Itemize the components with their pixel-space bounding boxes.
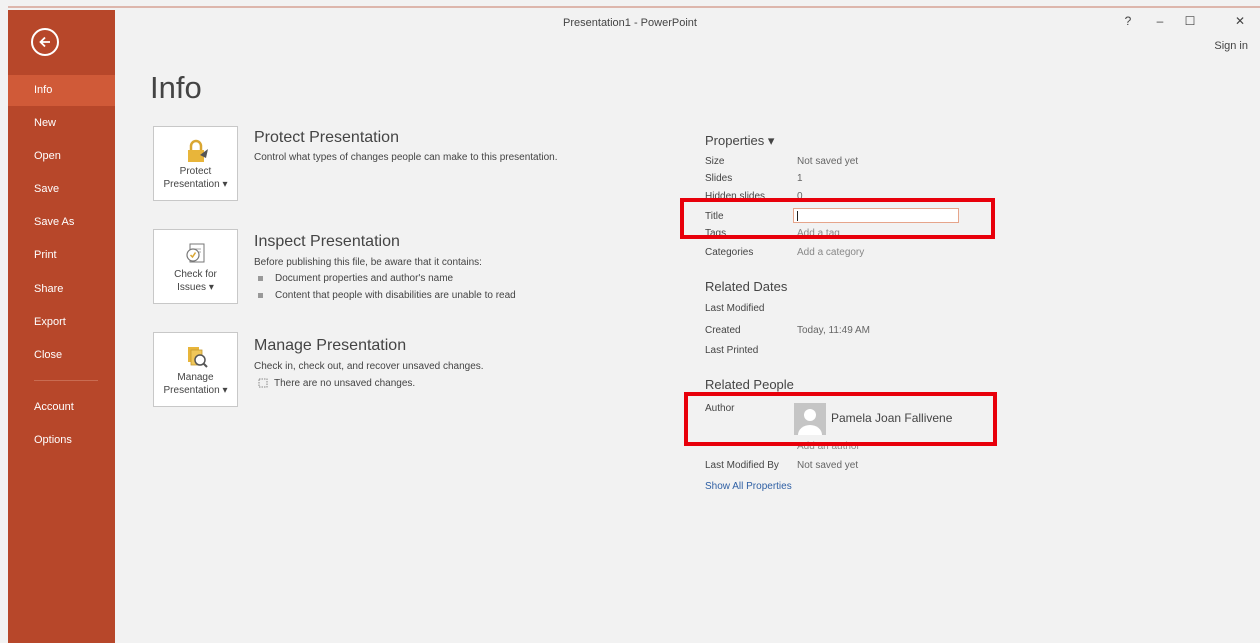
check-document-icon — [186, 243, 205, 263]
slides-value: 1 — [797, 173, 803, 184]
document-icon — [258, 378, 268, 388]
sidebar-item-new[interactable]: New — [8, 108, 115, 139]
manage-presentation-button[interactable]: Manage Presentation ▾ — [153, 332, 238, 407]
sign-in-link[interactable]: Sign in — [1214, 40, 1248, 52]
categories-field[interactable]: Add a category — [797, 247, 864, 258]
related-people-heading: Related People — [705, 377, 794, 392]
last-modified-by-value: Not saved yet — [797, 460, 859, 471]
categories-label: Categories — [705, 247, 754, 258]
created-label: Created — [705, 325, 741, 336]
lock-icon — [188, 139, 208, 162]
manage-label-line1: Manage — [177, 372, 214, 383]
minimize-button[interactable]: – — [1150, 14, 1170, 28]
inspect-title: Inspect Presentation — [254, 233, 400, 250]
inspect-bullet: Document properties and author's name — [258, 273, 453, 284]
manage-title: Manage Presentation — [254, 337, 407, 354]
backstage-sidebar: Info New Open Save Save As Print Share E… — [8, 10, 115, 643]
manage-description: Check in, check out, and recover unsaved… — [254, 361, 484, 372]
back-button[interactable] — [31, 28, 59, 56]
manage-document-icon — [188, 347, 208, 368]
size-label: Size — [705, 156, 725, 167]
sidebar-item-open[interactable]: Open — [8, 141, 115, 172]
sidebar-item-save[interactable]: Save — [8, 174, 115, 205]
show-all-properties-link[interactable]: Show All Properties — [705, 481, 792, 492]
unsaved-changes-note: There are no unsaved changes. — [258, 378, 415, 389]
size-value: Not saved yet — [797, 156, 859, 167]
slides-label: Slides — [705, 173, 733, 184]
check-for-issues-button[interactable]: Check for Issues ▾ — [153, 229, 238, 304]
sidebar-item-info[interactable]: Info — [8, 75, 115, 106]
maximize-button[interactable]: ☐ — [1180, 14, 1200, 28]
author-highlight-box — [684, 392, 997, 446]
inspect-bullet: Content that people with disabilities ar… — [258, 290, 516, 301]
sidebar-divider — [34, 380, 98, 381]
manage-label-line2: Presentation ▾ — [163, 385, 228, 396]
protect-description: Control what types of changes people can… — [254, 152, 558, 163]
protect-presentation-button[interactable]: Protect Presentation ▾ — [153, 126, 238, 201]
back-arrow-icon — [39, 36, 50, 48]
protect-label-line2: Presentation ▾ — [163, 179, 228, 190]
sidebar-item-close[interactable]: Close — [8, 340, 115, 371]
window-title: Presentation1 - PowerPoint — [563, 17, 697, 29]
unsaved-changes-text: There are no unsaved changes. — [274, 378, 416, 389]
page-title: Info — [150, 70, 202, 105]
check-issues-label-line1: Check for — [174, 269, 217, 280]
last-modified-by-label: Last Modified By — [705, 460, 779, 471]
check-issues-label-line2: Issues ▾ — [177, 282, 214, 293]
top-strip — [0, 0, 1260, 10]
sidebar-item-print[interactable]: Print — [8, 240, 115, 271]
close-window-button[interactable]: ✕ — [1230, 14, 1250, 28]
sidebar-item-save-as[interactable]: Save As — [8, 207, 115, 238]
last-modified-label: Last Modified — [705, 303, 765, 314]
protect-label-line1: Protect — [179, 166, 212, 177]
sidebar-item-account[interactable]: Account — [8, 392, 115, 423]
last-printed-label: Last Printed — [705, 345, 759, 356]
title-highlight-box — [680, 198, 995, 239]
help-button[interactable]: ? — [1118, 14, 1138, 28]
sidebar-item-export[interactable]: Export — [8, 307, 115, 338]
protect-title: Protect Presentation — [254, 129, 399, 146]
sidebar-item-share[interactable]: Share — [8, 274, 115, 305]
related-dates-heading: Related Dates — [705, 279, 788, 294]
created-value: Today, 11:49 AM — [797, 325, 871, 336]
inspect-bullet-text: Document properties and author's name — [275, 273, 454, 284]
properties-dropdown[interactable]: Properties ▾ — [705, 133, 774, 149]
sidebar-item-options[interactable]: Options — [8, 425, 115, 456]
inspect-description: Before publishing this file, be aware th… — [254, 257, 482, 268]
inspect-bullet-text: Content that people with disabilities ar… — [275, 290, 516, 301]
top-accent-line — [8, 6, 1260, 8]
